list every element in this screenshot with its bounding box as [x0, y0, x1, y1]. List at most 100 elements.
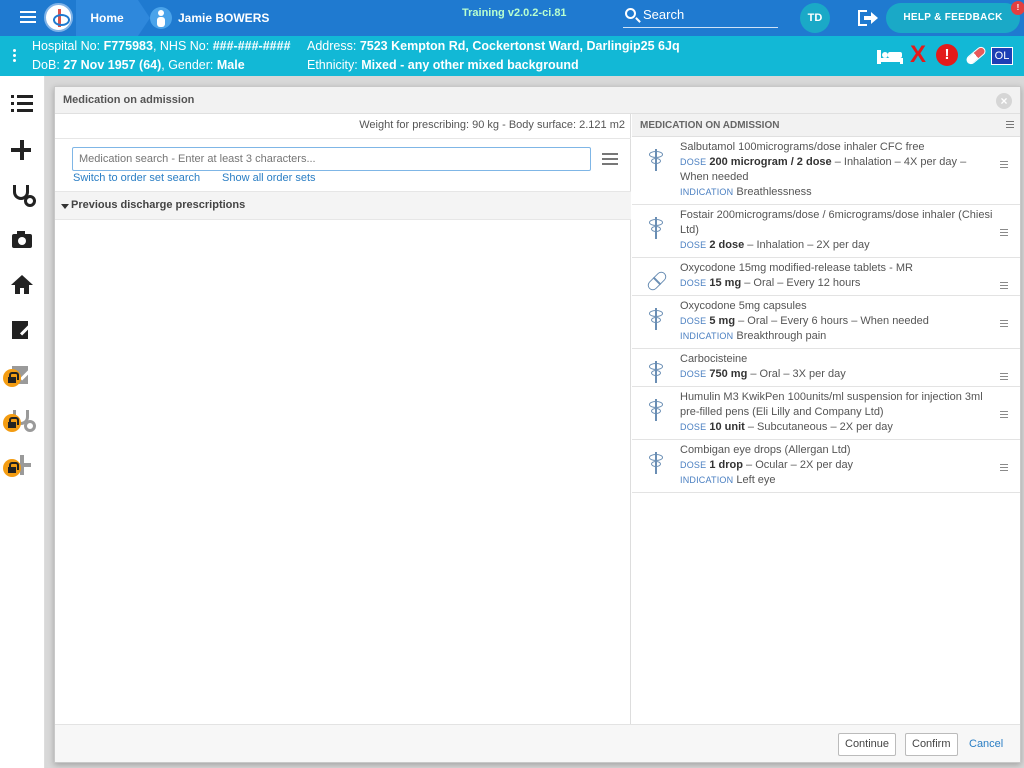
- caduceus-icon: [645, 397, 667, 423]
- no-allergy-x-icon[interactable]: X: [910, 43, 930, 67]
- patient-name[interactable]: Jamie BOWERS: [178, 11, 269, 25]
- indication-key: INDICATION: [680, 331, 734, 341]
- dose-details: – Subcutaneous – 2X per day: [744, 421, 893, 433]
- indication-key: INDICATION: [680, 475, 734, 485]
- lock-icon: [3, 369, 21, 387]
- drag-handle-icon[interactable]: [1000, 229, 1008, 238]
- dose-key: DOSE: [680, 278, 707, 288]
- drag-handle-icon[interactable]: [1000, 464, 1008, 473]
- dose-line: DOSE 2 dose – Inhalation – 2X per day: [680, 238, 994, 253]
- home-upload-icon: [11, 275, 33, 295]
- logout-icon[interactable]: [858, 10, 878, 26]
- home-button[interactable]: Home: [76, 0, 150, 36]
- indication-value: Breakthrough pain: [736, 330, 827, 342]
- caduceus-icon: [645, 359, 667, 385]
- indication-line: INDICATION Left eye: [680, 473, 994, 488]
- lock-icon: [3, 459, 21, 477]
- sidebar-item-discharge[interactable]: [0, 265, 45, 305]
- dose-line: DOSE 200 microgram / 2 dose – Inhalation…: [680, 155, 994, 185]
- close-icon[interactable]: ×: [996, 93, 1012, 109]
- show-all-order-sets-link[interactable]: Show all order sets: [222, 172, 316, 184]
- user-avatar[interactable]: TD: [800, 3, 830, 33]
- ethnicity-line: Ethnicity: Mixed - any other mixed backg…: [307, 58, 579, 72]
- list-icon: [11, 95, 33, 115]
- drag-handle-icon[interactable]: [1000, 411, 1008, 420]
- medication-list-item[interactable]: Humulin M3 KwikPen 100units/ml suspensio…: [632, 387, 1020, 440]
- medication-list-item[interactable]: Fostair 200micrograms/dose / 6micrograms…: [632, 205, 1020, 258]
- caduceus-icon: [645, 147, 667, 173]
- medication-list-item[interactable]: Oxycodone 5mg capsules DOSE 5 mg – Oral –…: [632, 296, 1020, 349]
- patient-address: 7523 Kempton Rd, Cockertonst Ward, Darli…: [359, 39, 680, 53]
- main-menu-icon[interactable]: [20, 11, 36, 23]
- dialog-title: Medication on admission: [63, 94, 195, 106]
- ethnicity: Mixed - any other mixed background: [361, 58, 579, 72]
- dose-key: DOSE: [680, 316, 707, 326]
- search-icon: [625, 8, 636, 19]
- drag-handle-icon[interactable]: [1000, 373, 1008, 382]
- sidebar-item-locked-add[interactable]: [0, 445, 45, 485]
- caduceus-icon: [645, 450, 667, 476]
- weight-info: Weight for prescribing: 90 kg - Body sur…: [359, 119, 625, 131]
- app-logo[interactable]: [44, 3, 73, 32]
- plus-icon: [11, 140, 33, 160]
- dob-line: DoB: 27 Nov 1957 (64), Gender: Male: [32, 58, 245, 72]
- global-search[interactable]: Search: [623, 4, 778, 28]
- list-menu-icon[interactable]: [1006, 121, 1014, 130]
- pill-icon[interactable]: [964, 44, 988, 67]
- medication-on-admission-list-panel: MEDICATION ON ADMISSION Salbutamol 100mi…: [632, 114, 1020, 724]
- medication-name: Oxycodone 5mg capsules: [680, 300, 807, 312]
- drag-handle-icon[interactable]: [1000, 282, 1008, 291]
- medication-name: Humulin M3 KwikPen 100units/ml suspensio…: [680, 391, 983, 418]
- continue-button[interactable]: Continue: [838, 733, 897, 756]
- alert-icon[interactable]: !: [936, 44, 958, 66]
- previous-discharge-label: Previous discharge prescriptions: [71, 199, 246, 211]
- ol-badge[interactable]: OL: [991, 47, 1013, 65]
- dose-details: – Ocular – 2X per day: [743, 459, 854, 471]
- sidebar-item-chart[interactable]: [0, 310, 45, 350]
- drag-handle-icon[interactable]: [1000, 320, 1008, 329]
- switch-order-set-link[interactable]: Switch to order set search: [73, 172, 200, 184]
- dialog-footer: Continue Confirm Cancel: [55, 724, 1020, 762]
- sidebar-item-add[interactable]: [0, 130, 45, 170]
- drag-handle-icon[interactable]: [1000, 161, 1008, 170]
- dose-value: 1 drop: [709, 459, 743, 471]
- previous-discharge-prescriptions-toggle[interactable]: Previous discharge prescriptions: [55, 192, 631, 220]
- banner-status-icons: X ! OL: [876, 43, 1016, 68]
- search-label: Search: [643, 7, 685, 22]
- hospital-number: F775983: [103, 39, 153, 53]
- lock-icon: [3, 414, 21, 432]
- banner-more-icon[interactable]: [13, 49, 17, 64]
- dose-line: DOSE 15 mg – Oral – Every 12 hours: [680, 276, 994, 291]
- sidebar-item-locked-transfer[interactable]: [0, 400, 45, 440]
- sidebar-item-clinical[interactable]: [0, 175, 45, 215]
- patient-banner: Hospital No: F775983, NHS No: ###-###-##…: [0, 36, 1024, 76]
- left-sidebar: [0, 76, 45, 768]
- medication-name: Oxycodone 15mg modified-release tablets …: [680, 262, 913, 274]
- dose-line: DOSE 10 unit – Subcutaneous – 2X per day: [680, 420, 994, 435]
- dose-key: DOSE: [680, 369, 707, 379]
- sidebar-item-camera[interactable]: [0, 220, 45, 260]
- medication-list-item[interactable]: Combigan eye drops (Allergan Ltd) DOSE 1 …: [632, 440, 1020, 493]
- dose-value: 200 microgram / 2 dose: [709, 156, 832, 168]
- bed-icon[interactable]: [876, 44, 904, 66]
- search-options-menu-icon[interactable]: [602, 153, 618, 165]
- indication-key: INDICATION: [680, 187, 734, 197]
- indication-value: Left eye: [736, 474, 776, 486]
- cancel-link[interactable]: Cancel: [969, 738, 1003, 750]
- capsule-icon: [645, 268, 669, 294]
- patient-icon: [150, 7, 172, 29]
- sidebar-item-locked-clipboard[interactable]: [0, 355, 45, 395]
- medication-list-item[interactable]: Carbocisteine DOSE 750 mg – Oral – 3X per…: [632, 349, 1020, 387]
- help-feedback-button[interactable]: HELP & FEEDBACK: [886, 3, 1020, 33]
- confirm-button[interactable]: Confirm: [905, 733, 958, 756]
- medication-name: Salbutamol 100micrograms/dose inhaler CF…: [680, 141, 925, 153]
- indication-line: INDICATION Breakthrough pain: [680, 329, 994, 344]
- caret-down-icon: [61, 204, 69, 209]
- medication-name: Fostair 200micrograms/dose / 6micrograms…: [680, 209, 993, 236]
- dose-value: 750 mg: [709, 368, 748, 380]
- medication-list-item[interactable]: Salbutamol 100micrograms/dose inhaler CF…: [632, 137, 1020, 205]
- sidebar-item-list[interactable]: [0, 85, 45, 125]
- medication-search-input[interactable]: [72, 147, 591, 171]
- medication-list-item[interactable]: Oxycodone 15mg modified-release tablets …: [632, 258, 1020, 296]
- dose-value: 5 mg: [709, 315, 736, 327]
